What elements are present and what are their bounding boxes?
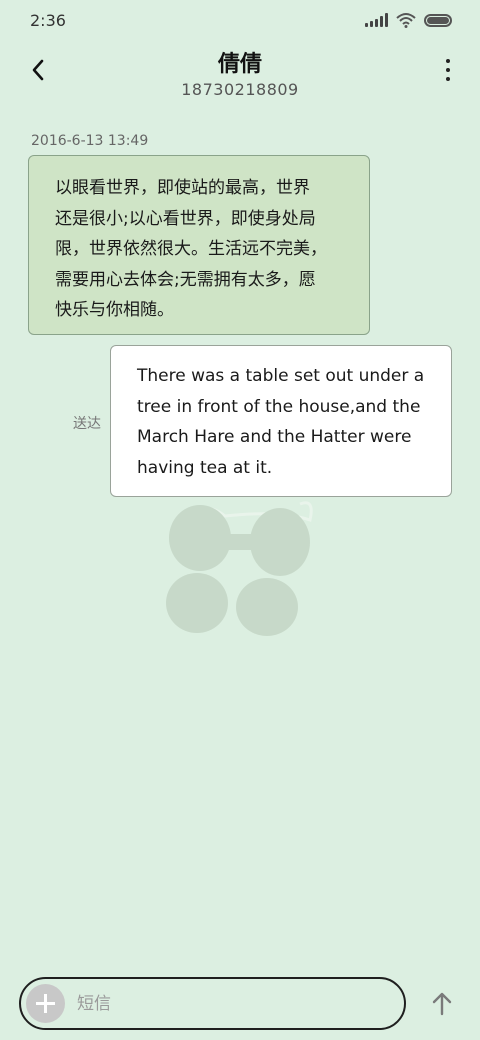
more-vertical-icon xyxy=(446,59,450,63)
status-icons xyxy=(365,12,452,28)
contact-name: 倩倩 xyxy=(217,52,262,77)
send-arrow-up-icon xyxy=(432,992,452,1016)
battery-icon xyxy=(424,13,452,27)
message-timestamp: 2016-6-13 13:49 xyxy=(31,133,149,149)
more-options-button[interactable] xyxy=(438,56,458,84)
delivery-status: 送达 xyxy=(73,416,101,432)
messaging-screen: 2:36 倩倩 18730218809 2016-6-13 13:49 以眼看世… xyxy=(0,0,480,1040)
background-watermark-logo xyxy=(166,501,313,636)
back-button[interactable] xyxy=(22,54,54,86)
status-time: 2:36 xyxy=(30,11,66,30)
compose-bar xyxy=(19,977,406,1030)
send-button[interactable] xyxy=(426,988,458,1020)
conversation-header: 倩倩 18730218809 xyxy=(0,40,480,100)
wifi-icon xyxy=(396,13,416,28)
contact-number: 18730218809 xyxy=(181,80,299,99)
cellular-signal-icon xyxy=(365,13,388,27)
back-arrow-icon xyxy=(32,59,44,81)
incoming-message-bubble[interactable]: 以眼看世界，即使站的最高，世界 还是很小;以心看世界，即使身处局 限，世界依然很… xyxy=(28,155,370,335)
contact-title: 倩倩 18730218809 xyxy=(100,46,380,99)
status-bar: 2:36 xyxy=(0,0,480,40)
message-input[interactable] xyxy=(77,988,387,1020)
add-attachment-button[interactable] xyxy=(26,984,65,1023)
outgoing-message-bubble[interactable]: There was a table set out under a tree i… xyxy=(110,345,452,497)
